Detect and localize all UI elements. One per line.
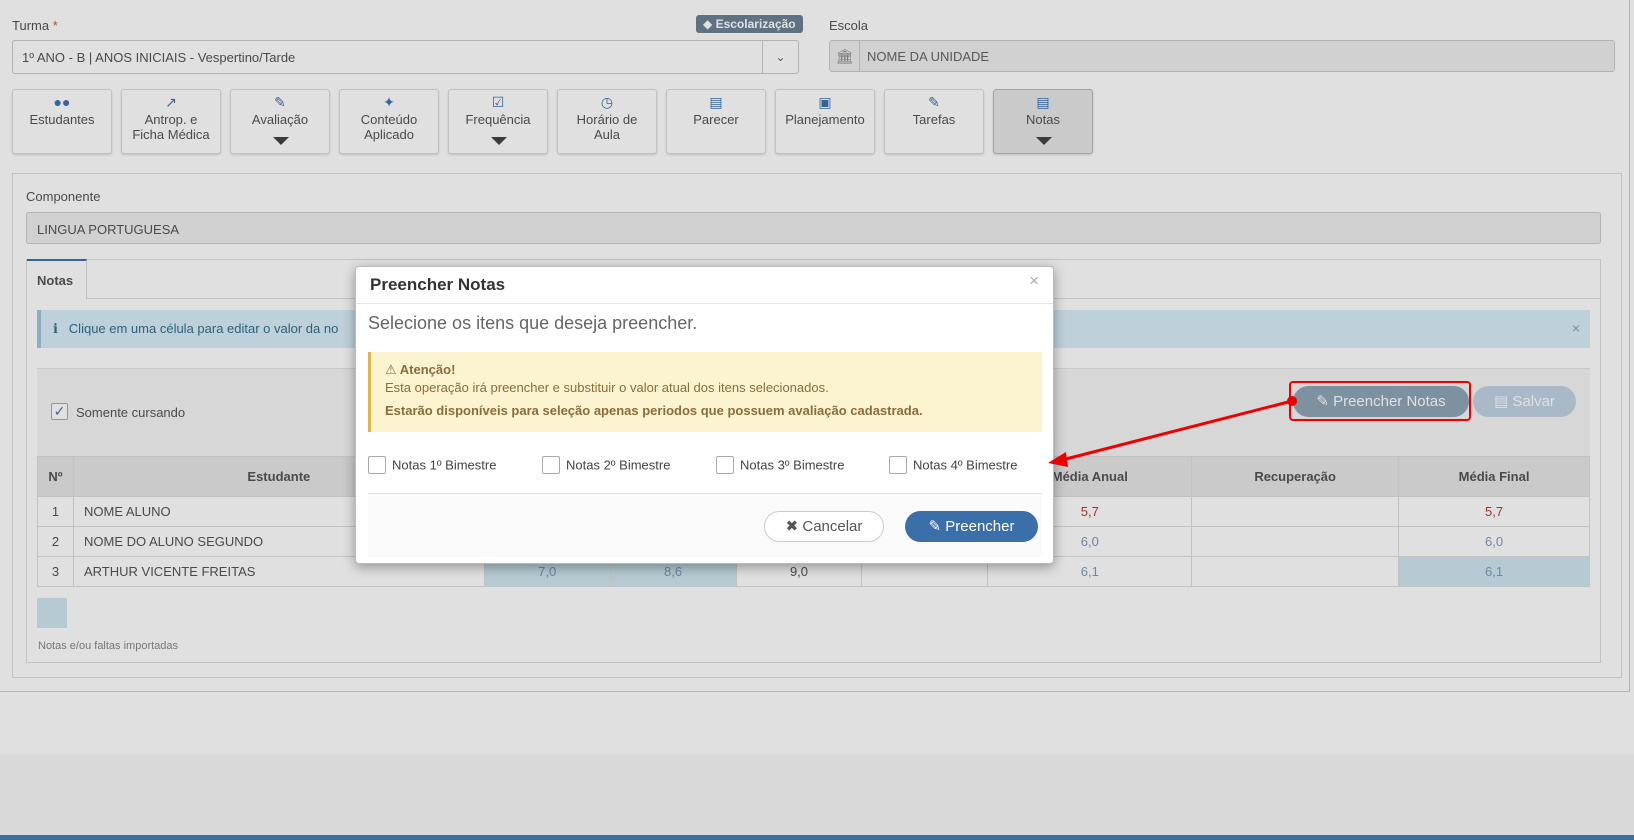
cancel-button[interactable]: ✖ Cancelar <box>764 511 884 542</box>
warning-icon: ⚠ <box>385 362 397 377</box>
option-label: Notas 3º Bimestre <box>740 457 845 473</box>
checkbox-4-bimestre[interactable] <box>889 456 907 474</box>
option-notas-4-bimestre[interactable]: Notas 4º Bimestre <box>889 456 1017 474</box>
bottom-bar <box>0 835 1634 840</box>
checkbox-2-bimestre[interactable] <box>542 456 560 474</box>
option-label: Notas 4º Bimestre <box>913 457 1018 473</box>
annotation-highlight-box <box>1289 381 1471 421</box>
option-label: Notas 2º Bimestre <box>566 457 671 473</box>
warning-title: Atenção! <box>399 362 456 377</box>
warning-title-row: ⚠ Atenção! <box>385 361 1028 379</box>
preencher-button[interactable]: ✎ Preencher <box>905 511 1038 542</box>
times-icon: ✖ <box>785 518 799 535</box>
close-icon[interactable]: × <box>1029 271 1039 291</box>
pencil-icon: ✎ <box>928 518 942 535</box>
option-label: Notas 1º Bimestre <box>392 457 497 473</box>
option-notas-2-bimestre[interactable]: Notas 2º Bimestre <box>542 456 670 474</box>
checkbox-1-bimestre[interactable] <box>368 456 386 474</box>
modal-divider <box>356 303 1053 304</box>
cancel-label: Cancelar <box>802 518 863 535</box>
modal-subtitle: Selecione os itens que deseja preencher. <box>368 313 698 333</box>
modal-footer: ✖ Cancelar ✎ Preencher <box>368 493 1042 557</box>
option-notas-3-bimestre[interactable]: Notas 3º Bimestre <box>716 456 844 474</box>
preencher-notas-modal: Preencher Notas × Selecione os itens que… <box>355 266 1054 564</box>
modal-title: Preencher Notas <box>370 275 506 294</box>
warning-line1: Esta operação irá preencher e substituir… <box>385 380 829 395</box>
preencher-label: Preencher <box>945 518 1015 535</box>
option-notas-1-bimestre[interactable]: Notas 1º Bimestre <box>368 456 496 474</box>
checkbox-3-bimestre[interactable] <box>716 456 734 474</box>
warning-line2: Estarão disponíveis para seleção apenas … <box>385 403 923 418</box>
warning-alert: ⚠ Atenção! Esta operação irá preencher e… <box>368 352 1042 432</box>
